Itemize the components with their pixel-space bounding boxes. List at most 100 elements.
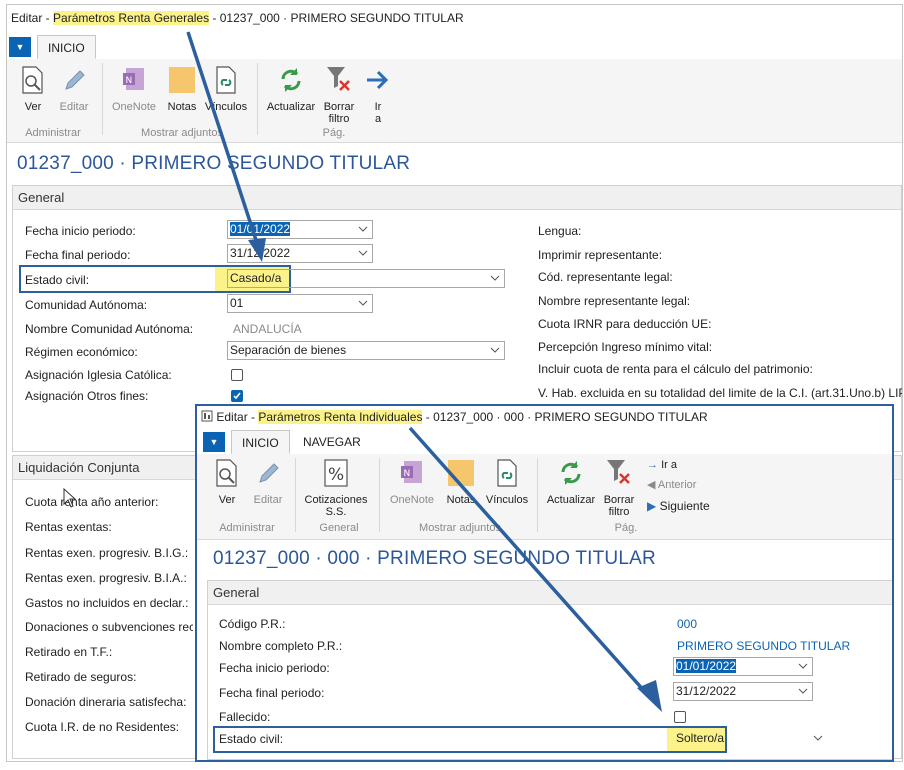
chevron-down-icon[interactable]: [798, 683, 808, 700]
vinculos-button[interactable]: Vínculos: [203, 65, 249, 119]
notas-button[interactable]: Notas: [441, 458, 481, 512]
chevron-down-icon[interactable]: [358, 295, 368, 312]
otros-fines-label: Asignación Otros fines:: [25, 389, 149, 403]
retirado-seguros-label: Retirado de seguros:: [25, 670, 137, 684]
group-administrar: Administrar: [25, 127, 81, 139]
nombre-comunidad-label: Nombre Comunidad Autónoma:: [25, 322, 194, 336]
percent-icon: %: [324, 459, 348, 487]
imprimir-representante-label: Imprimir representante:: [538, 248, 663, 262]
fecha-final-input[interactable]: 31/12/2022: [227, 244, 373, 263]
comunidad-input[interactable]: 01: [227, 294, 373, 313]
incluir-cuota-label: Incluir cuota de renta para el cálculo d…: [538, 362, 813, 376]
donacion-dineraria-label: Donación dineraria satisfecha:: [25, 695, 187, 709]
app-menu-button[interactable]: ▼: [203, 432, 225, 452]
clear-filter-icon: [327, 67, 350, 91]
note-icon: [448, 460, 474, 486]
vinculos-button[interactable]: Vínculos: [483, 458, 531, 512]
tab-inicio[interactable]: INICIO: [231, 430, 290, 454]
title-highlight: Parámetros Renta Individuales: [258, 410, 423, 424]
siguiente-button[interactable]: ▶ Siguiente: [647, 499, 710, 513]
fecha-final-input[interactable]: 31/12/2022: [673, 682, 813, 701]
estado-civil-select[interactable]: Soltero/a: [673, 729, 827, 748]
vhab-label: V. Hab. excluida en su totalidad del lim…: [538, 386, 903, 400]
editar-button[interactable]: Editar: [53, 65, 95, 119]
editar-button[interactable]: Editar: [247, 458, 289, 512]
onenote-button[interactable]: N OneNote: [107, 65, 161, 119]
link-icon: [497, 459, 517, 487]
anterior-button[interactable]: ◀ Anterior: [647, 478, 696, 492]
separator: [257, 63, 258, 135]
window-renta-individuales: Editar - Parámetros Renta Individuales -…: [195, 404, 894, 762]
chevron-down-icon[interactable]: [490, 342, 500, 359]
svg-text:N: N: [404, 469, 411, 479]
general-header[interactable]: General: [208, 581, 892, 605]
borrar-filtro-button[interactable]: Borrar filtro: [599, 458, 639, 522]
fecha-inicio-label: Fecha inicio periodo:: [219, 661, 330, 675]
group-general: General: [319, 522, 359, 534]
fecha-final-label: Fecha final periodo:: [25, 248, 131, 262]
group-pag: Pág.: [614, 522, 638, 534]
otros-fines-checkbox[interactable]: [231, 390, 243, 402]
cotizaciones-button[interactable]: % Cotizaciones S.S.: [301, 458, 371, 522]
rentas-big-label: Rentas exen. progresiv. B.I.G.:: [25, 546, 189, 560]
fecha-inicio-input[interactable]: 01/01/2022: [227, 220, 373, 239]
view-icon: [216, 459, 237, 487]
regimen-select[interactable]: Separación de bienes: [227, 341, 505, 360]
codigo-label: Código P.R.:: [219, 617, 286, 631]
iglesia-checkbox[interactable]: [231, 369, 243, 381]
notas-button[interactable]: Notas: [163, 65, 201, 119]
fallecido-checkbox[interactable]: [674, 711, 686, 723]
chevron-down-icon[interactable]: [358, 221, 368, 238]
group-mostrar-adjuntos: Mostrar adjuntos: [419, 522, 501, 534]
cuota-renta-anterior-label: Cuota renta año anterior:: [25, 495, 159, 509]
borrar-filtro-button[interactable]: Borrar filtro: [319, 65, 359, 129]
title-bar: Editar - Parámetros Renta Generales - 01…: [7, 5, 902, 31]
chevron-down-icon[interactable]: [490, 270, 500, 287]
separator: [102, 63, 103, 135]
ir-a-button[interactable]: → Ir a: [647, 458, 677, 472]
estado-civil-select[interactable]: Casado/a: [227, 269, 505, 288]
iglesia-label: Asignación Iglesia Católica:: [25, 368, 172, 382]
pencil-icon: [65, 70, 85, 90]
cuota-irnr-label: Cuota IRNR para deducción UE:: [538, 317, 712, 331]
codigo-value: 000: [677, 617, 698, 631]
title-highlight: Parámetros Renta Generales: [53, 11, 210, 25]
app-icon: [201, 410, 213, 422]
fecha-inicio-input[interactable]: 01/01/2022: [673, 657, 813, 676]
cuota-ir-label: Cuota I.R. de no Residentes:: [25, 720, 180, 734]
onenote-button[interactable]: N OneNote: [385, 458, 439, 512]
nombre-representante-label: Nombre representante legal:: [538, 294, 691, 308]
chevron-down-icon[interactable]: [798, 658, 808, 675]
donaciones-label: Donaciones o subvenciones recibid: [25, 620, 193, 634]
view-icon: [22, 66, 43, 94]
actualizar-button[interactable]: Actualizar: [543, 458, 599, 512]
ver-button[interactable]: Ver: [13, 65, 53, 119]
check-icon: [233, 392, 241, 400]
record-title: 01237_000 · 000 · PRIMERO SEGUNDO TITULA…: [213, 548, 656, 569]
ver-button[interactable]: Ver: [207, 458, 247, 512]
actualizar-button[interactable]: Actualizar: [263, 65, 319, 119]
svg-text:%: %: [328, 465, 344, 485]
onenote-icon: N: [123, 68, 144, 90]
tab-navegar[interactable]: NAVEGAR: [293, 430, 371, 454]
ir-a-button[interactable]: Ir a: [361, 65, 395, 129]
comunidad-label: Comunidad Autónoma:: [25, 298, 148, 312]
clear-filter-icon: [607, 460, 630, 484]
group-administrar: Administrar: [219, 522, 275, 534]
app-menu-button[interactable]: ▼: [9, 37, 31, 57]
triangle-right-icon: ▶: [647, 499, 657, 513]
title-bar: Editar - Parámetros Renta Individuales -…: [197, 406, 892, 428]
chevron-down-icon[interactable]: [358, 245, 368, 262]
general-header[interactable]: General: [13, 186, 901, 210]
separator: [537, 458, 538, 532]
estado-civil-callout: [213, 726, 727, 753]
record-title: 01237_000 · PRIMERO SEGUNDO TITULAR: [17, 153, 411, 174]
gastos-label: Gastos no incluidos en declar.:: [25, 596, 189, 610]
pencil-icon: [259, 463, 279, 483]
ribbon-tabs: ▼ INICIO NAVEGAR: [197, 430, 892, 454]
fecha-final-label: Fecha final periodo:: [219, 686, 325, 700]
estado-civil-label: Estado civil:: [25, 273, 90, 287]
chevron-down-icon[interactable]: [813, 730, 823, 747]
rentas-exentas-label: Rentas exentas:: [25, 520, 112, 534]
tab-inicio[interactable]: INICIO: [37, 35, 96, 59]
